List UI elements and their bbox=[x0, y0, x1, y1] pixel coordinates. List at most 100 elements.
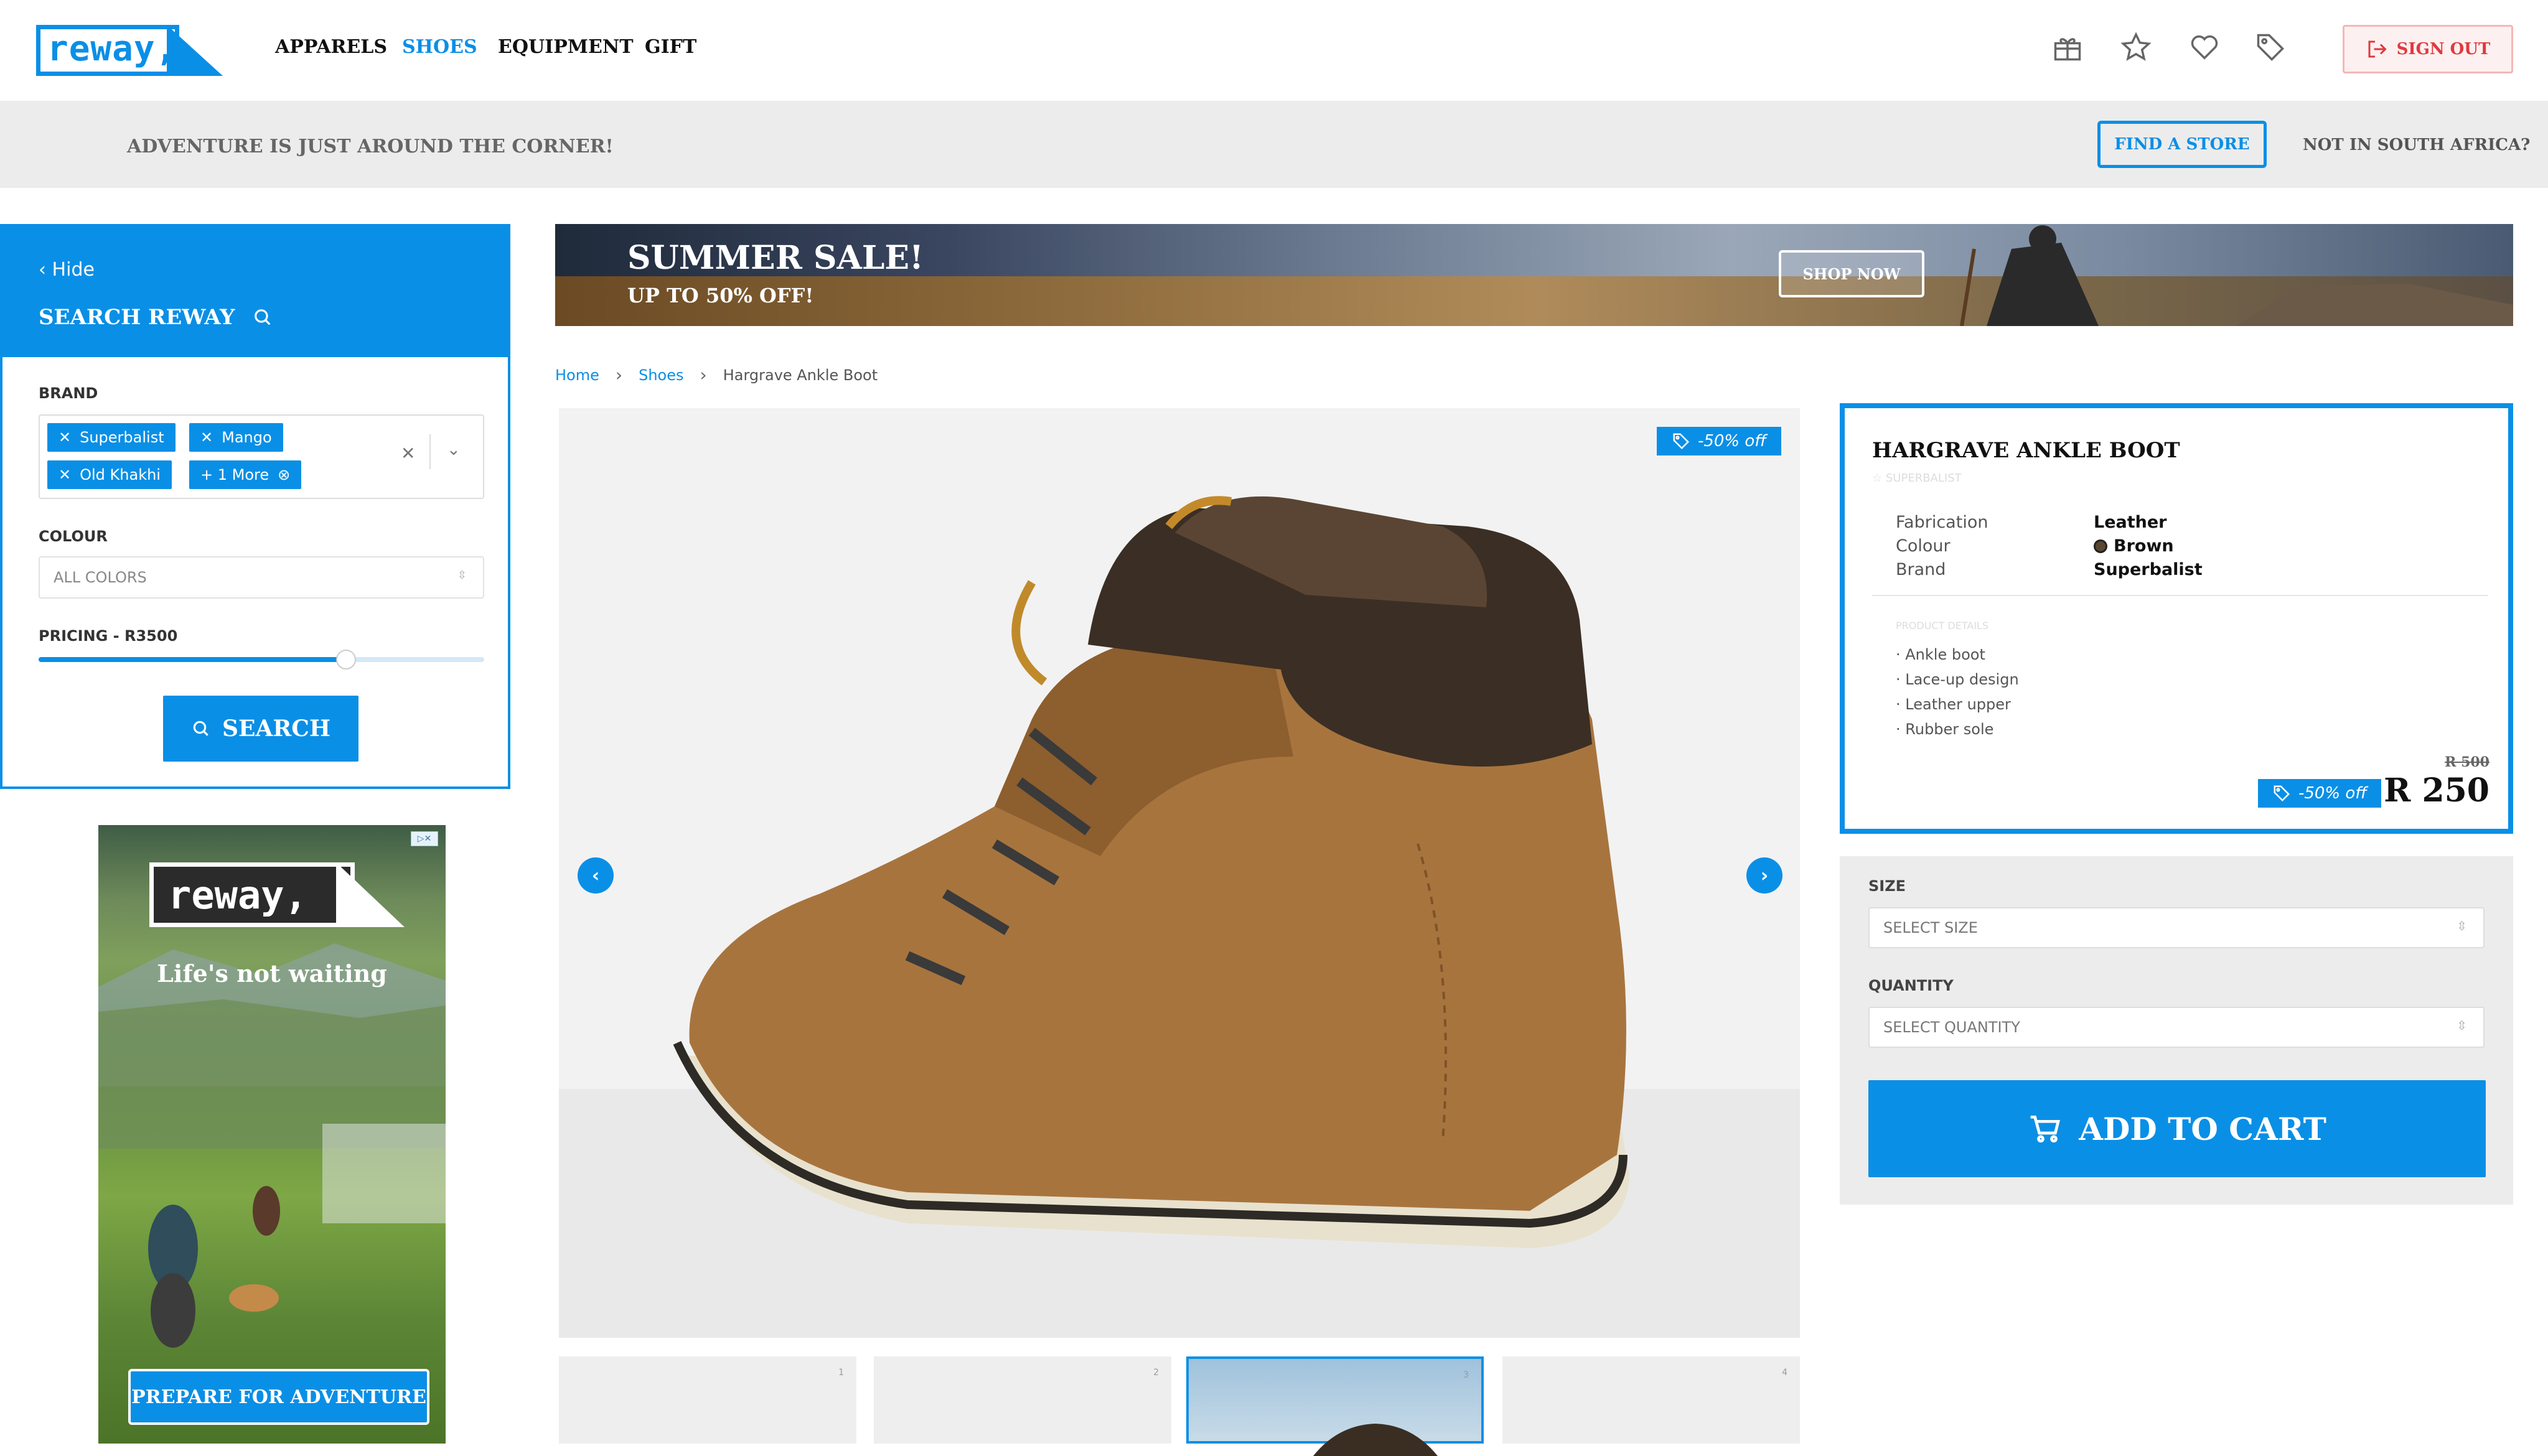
site-header: reway, APPARELS SHOES EQUIPMENT GIFT SIG… bbox=[0, 0, 2548, 101]
site-logo[interactable]: reway, bbox=[36, 25, 223, 76]
chevron-right-icon: › bbox=[1760, 864, 1769, 887]
colour-value: ALL COLORS bbox=[54, 569, 147, 586]
remove-icon[interactable]: ✕ bbox=[200, 429, 213, 446]
tag-icon[interactable] bbox=[2254, 31, 2287, 63]
thumbnail-4[interactable]: 4 bbox=[1502, 1356, 1800, 1444]
quantity-label: QUANTITY bbox=[1868, 977, 1954, 994]
spec-brand-key: Brand bbox=[1896, 560, 1946, 579]
clear-all-icon[interactable]: ✕ bbox=[401, 443, 415, 464]
hide-label: Hide bbox=[52, 259, 95, 281]
discount-badge: -50% off bbox=[1657, 427, 1781, 455]
spec-colour-key: Colour bbox=[1896, 536, 1951, 556]
spec-colour-value: Brown bbox=[2094, 536, 2174, 556]
ad-logo: reway, bbox=[149, 862, 411, 927]
spec-fabrication-key: Fabrication bbox=[1896, 513, 1988, 532]
divider bbox=[1872, 595, 2488, 596]
tagline: ADVENTURE IS JUST AROUND THE CORNER! bbox=[127, 136, 614, 157]
product-details-label: PRODUCT DETAILS bbox=[1896, 620, 1989, 632]
tag-icon bbox=[1673, 433, 1689, 450]
product-info-card: HARGRAVE ANKLE BOOT ☆ SUPERBALIST Fabric… bbox=[1840, 403, 2513, 834]
thumbnail-3[interactable]: 3 bbox=[1186, 1356, 1484, 1456]
summer-sale-banner[interactable]: SUMMER SALE! UP TO 50% OFF! SHOP NOW bbox=[555, 224, 2513, 326]
cart-panel: SIZE SELECT SIZE ⇳ QUANTITY SELECT QUANT… bbox=[1840, 856, 2513, 1205]
size-placeholder: SELECT SIZE bbox=[1883, 919, 1978, 936]
chevron-down-icon[interactable]: ⌄ bbox=[447, 441, 461, 459]
not-in-south-africa-link[interactable]: NOT IN SOUTH AFRICA? bbox=[2303, 136, 2530, 154]
nav-equipment[interactable]: EQUIPMENT bbox=[498, 36, 634, 58]
clear-circle-icon[interactable]: ⊗ bbox=[278, 466, 290, 483]
updown-icon: ⇳ bbox=[457, 569, 467, 582]
brand-chip-old-khakhi[interactable]: ✕ Old Khakhi bbox=[47, 460, 172, 489]
chevron-right-icon: › bbox=[615, 365, 623, 385]
signout-button[interactable]: SIGN OUT bbox=[2343, 25, 2513, 73]
thumbnail-2[interactable]: 2 bbox=[874, 1356, 1171, 1444]
brand-label: BRAND bbox=[39, 385, 98, 402]
star-icon[interactable] bbox=[2120, 31, 2152, 63]
search-icon bbox=[255, 309, 271, 325]
next-image-button[interactable]: › bbox=[1746, 857, 1782, 894]
remove-icon[interactable]: ✕ bbox=[59, 429, 71, 446]
brand-multiselect[interactable]: ✕ Superbalist ✕ Mango ✕ Old Khakhi + 1 More… bbox=[39, 414, 484, 499]
price-slider-fill bbox=[39, 657, 347, 662]
brand-chip-superbalist[interactable]: ✕ Superbalist bbox=[47, 423, 176, 452]
price-slider[interactable] bbox=[39, 650, 484, 670]
search-button-label: SEARCH bbox=[222, 716, 330, 742]
promo-subbar: ADVENTURE IS JUST AROUND THE CORNER! FIN… bbox=[0, 101, 2548, 188]
chevron-right-icon: › bbox=[700, 365, 707, 385]
ad-logo-text: reway, bbox=[168, 872, 307, 918]
logo-text: reway, bbox=[47, 29, 177, 69]
signout-label: SIGN OUT bbox=[2396, 40, 2491, 58]
add-to-cart-button[interactable]: ADD TO CART bbox=[1868, 1080, 2486, 1177]
thumbnail-1[interactable]: 1 bbox=[559, 1356, 856, 1444]
divider bbox=[429, 434, 431, 469]
price-slider-thumb[interactable] bbox=[336, 650, 357, 670]
remove-icon[interactable]: ✕ bbox=[59, 466, 71, 483]
breadcrumb-shoes[interactable]: Shoes bbox=[639, 366, 683, 384]
gift-icon[interactable] bbox=[2051, 31, 2084, 63]
side-advertisement[interactable]: ▷✕ reway, Life's not waiting PREPARE FOR… bbox=[98, 825, 446, 1444]
discount-label: -50% off bbox=[1697, 432, 1767, 450]
ad-choices-icon[interactable]: ▷✕ bbox=[411, 831, 438, 846]
discount-badge: -50% off bbox=[2258, 779, 2381, 808]
colour-swatch bbox=[2094, 539, 2107, 553]
chevron-left-icon: ‹ bbox=[591, 864, 600, 887]
find-store-button[interactable]: FIND A STORE bbox=[2097, 121, 2267, 168]
boot-image bbox=[673, 496, 1629, 1248]
breadcrumb-home[interactable]: Home bbox=[555, 366, 599, 384]
spec-brand-value: Superbalist bbox=[2094, 560, 2203, 579]
shop-now-button[interactable]: SHOP NOW bbox=[1779, 250, 1924, 297]
pricing-label: PRICING - R3500 bbox=[39, 627, 178, 645]
colour-select[interactable]: ALL COLORS ⇳ bbox=[39, 556, 484, 599]
tag-icon bbox=[2274, 785, 2290, 802]
product-name: HARGRAVE ANKLE BOOT bbox=[1872, 438, 2180, 463]
chevron-left-icon: ‹ bbox=[39, 259, 52, 281]
price-original: R 500 bbox=[2445, 754, 2489, 770]
updown-icon: ⇳ bbox=[2457, 918, 2467, 933]
discount-label: -50% off bbox=[2298, 784, 2368, 803]
add-to-cart-label: ADD TO CART bbox=[2079, 1110, 2326, 1147]
updown-icon: ⇳ bbox=[2457, 1018, 2467, 1033]
banner-subtitle: UP TO 50% OFF! bbox=[627, 284, 814, 307]
brand-chip-more[interactable]: + 1 More ⊗ bbox=[189, 460, 302, 489]
detail-item: · Ankle boot bbox=[1896, 646, 1985, 663]
product-brand-faint: ☆ SUPERBALIST bbox=[1872, 472, 1962, 485]
size-select[interactable]: SELECT SIZE ⇳ bbox=[1868, 907, 2485, 948]
nav-apparels[interactable]: APPARELS bbox=[275, 36, 387, 58]
quantity-select[interactable]: SELECT QUANTITY ⇳ bbox=[1868, 1007, 2485, 1048]
quantity-placeholder: SELECT QUANTITY bbox=[1883, 1019, 2020, 1036]
heart-icon[interactable] bbox=[2188, 31, 2221, 63]
cart-icon bbox=[2030, 1116, 2061, 1143]
prev-image-button[interactable]: ‹ bbox=[578, 857, 614, 894]
sidebar-header: ‹ Hide SEARCH REWAY bbox=[2, 226, 508, 357]
thumbnail-boot-image bbox=[1313, 1424, 1438, 1456]
ad-cta-button[interactable]: PREPARE FOR ADVENTURE bbox=[128, 1369, 429, 1425]
nav-shoes[interactable]: SHOES bbox=[402, 36, 477, 58]
nav-gift[interactable]: GIFT bbox=[645, 36, 696, 58]
search-button[interactable]: SEARCH bbox=[163, 696, 358, 762]
ad-tagline: Life's not waiting bbox=[157, 959, 387, 987]
detail-item: · Lace-up design bbox=[1896, 671, 2019, 688]
brand-chip-mango[interactable]: ✕ Mango bbox=[189, 423, 283, 452]
price-sale: R 250 bbox=[2384, 772, 2489, 810]
hide-sidebar-button[interactable]: ‹ Hide bbox=[39, 259, 95, 281]
banner-title: SUMMER SALE! bbox=[627, 239, 924, 277]
